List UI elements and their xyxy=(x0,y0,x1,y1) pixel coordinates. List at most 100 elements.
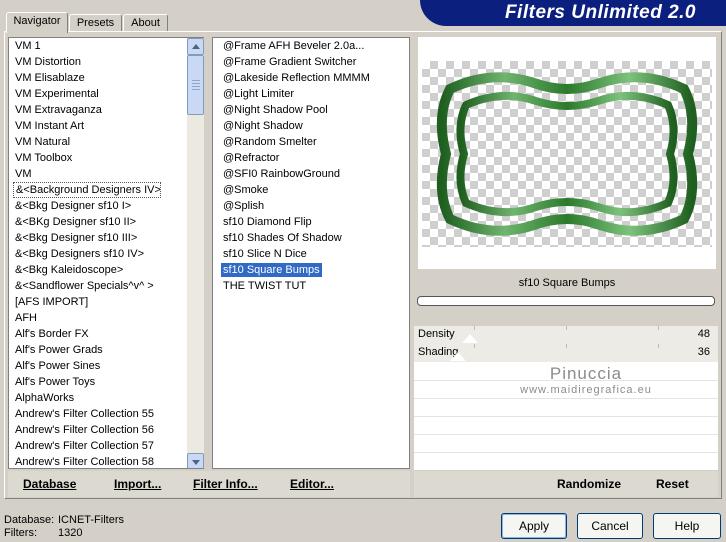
param-shading[interactable]: Shading 36 xyxy=(414,344,718,362)
category-item[interactable]: Alf's Power Grads xyxy=(9,342,187,358)
tab-presets[interactable]: Presets xyxy=(69,14,122,32)
category-item[interactable]: VM 1 xyxy=(9,38,187,54)
scroll-up-button[interactable] xyxy=(187,38,204,55)
category-item[interactable]: &<Sandflower Specials^v^ > xyxy=(9,278,187,294)
window-title: Filters Unlimited 2.0 xyxy=(504,2,696,23)
category-item[interactable]: Alf's Border FX xyxy=(9,326,187,342)
filter-item[interactable]: THE TWIST TUT xyxy=(213,278,409,294)
density-slider-marker[interactable] xyxy=(462,334,478,343)
param-density-label: Density xyxy=(418,328,455,340)
tab-navigator[interactable]: Navigator xyxy=(6,12,68,33)
watermark-url: www.maidiregrafica.eu xyxy=(520,384,652,396)
filter-item[interactable]: @Night Shadow Pool xyxy=(213,102,409,118)
filter-item[interactable]: @Smoke xyxy=(213,182,409,198)
right-action-bar: Randomize Reset xyxy=(414,471,718,497)
category-item[interactable]: VM Instant Art xyxy=(9,118,187,134)
filter-item-label: @Night Shadow xyxy=(223,120,303,132)
filter-items: @Frame AFH Beveler 2.0a... @Frame Gradien… xyxy=(213,38,409,294)
filter-info-button[interactable]: Filter Info... xyxy=(193,477,258,491)
filter-item[interactable]: @Lakeside Reflection MMMM xyxy=(213,70,409,86)
filter-item[interactable]: sf10 Square Bumps xyxy=(213,262,409,278)
shading-slider-marker[interactable] xyxy=(450,352,466,361)
category-item[interactable]: VM Extravaganza xyxy=(9,102,187,118)
tab-about[interactable]: About xyxy=(123,14,168,32)
preview-area xyxy=(418,37,716,269)
category-item[interactable]: Andrew's Filter Collection 55 xyxy=(9,406,187,422)
category-item[interactable]: VM Toolbox xyxy=(9,150,187,166)
category-item[interactable]: VM xyxy=(9,166,187,182)
filter-item[interactable]: @Splish xyxy=(213,198,409,214)
category-item[interactable]: Andrew's Filter Collection 56 xyxy=(9,422,187,438)
import-button[interactable]: Import... xyxy=(114,477,161,491)
filter-item-label: @SFI0 RainbowGround xyxy=(223,168,340,180)
editor-button[interactable]: Editor... xyxy=(290,477,334,491)
filter-item-label: @Splish xyxy=(223,200,265,212)
apply-button[interactable]: Apply xyxy=(501,513,567,539)
reset-button[interactable]: Reset xyxy=(656,477,689,491)
filter-item-label: @Light Limiter xyxy=(223,88,295,100)
filter-item[interactable]: @Night Shadow xyxy=(213,118,409,134)
param-density[interactable]: Density 48 xyxy=(414,326,718,344)
category-item[interactable]: AFH xyxy=(9,310,187,326)
filter-item[interactable]: @Frame AFH Beveler 2.0a... xyxy=(213,38,409,54)
filter-item[interactable]: sf10 Shades Of Shadow xyxy=(213,230,409,246)
selected-filter-name: sf10 Square Bumps xyxy=(418,272,716,294)
category-item[interactable]: &<BKg Designer sf10 II> xyxy=(9,214,187,230)
param-density-value: 48 xyxy=(697,328,710,340)
category-item[interactable]: &<Bkg Kaleidoscope> xyxy=(9,262,187,278)
scroll-thumb[interactable] xyxy=(187,55,204,115)
category-item[interactable]: [AFS IMPORT] xyxy=(9,294,187,310)
category-list[interactable]: VM 1 VM Distortion VM Elisablaze VM Experim… xyxy=(8,37,204,469)
watermark-name: Pinuccia xyxy=(549,364,623,383)
filter-item-label: sf10 Diamond Flip xyxy=(223,216,312,228)
filter-item[interactable]: @Frame Gradient Switcher xyxy=(213,54,409,70)
category-scrollbar[interactable] xyxy=(187,38,204,468)
cancel-button[interactable]: Cancel xyxy=(577,513,643,539)
progress-bar xyxy=(417,296,715,306)
help-button[interactable]: Help xyxy=(653,513,721,539)
database-button[interactable]: Database xyxy=(23,477,76,491)
filter-item-label: @Lakeside Reflection MMMM xyxy=(223,72,370,84)
category-item[interactable]: Alf's Power Toys xyxy=(9,374,187,390)
category-item[interactable]: AlphaWorks xyxy=(9,390,187,406)
left-action-bar: Database Import... Filter Info... Editor… xyxy=(8,471,410,497)
title-banner: Filters Unlimited 2.0 xyxy=(420,0,726,26)
filter-item-label: sf10 Slice N Dice xyxy=(223,248,307,260)
category-item[interactable]: Andrew's Filter Collection 58 xyxy=(9,454,187,468)
filter-item-label: @Smoke xyxy=(223,184,269,196)
category-item[interactable]: &<Bkg Designer sf10 I> xyxy=(9,198,187,214)
filter-item-label: @Refractor xyxy=(223,152,280,164)
chevron-down-icon xyxy=(192,460,200,465)
filter-item-label: @Frame AFH Beveler 2.0a... xyxy=(223,40,365,52)
filter-item-label: sf10 Shades Of Shadow xyxy=(223,232,342,244)
category-item[interactable]: VM Natural xyxy=(9,134,187,150)
randomize-button[interactable]: Randomize xyxy=(557,477,621,491)
filter-item[interactable]: @SFI0 RainbowGround xyxy=(213,166,409,182)
category-item[interactable]: Andrew's Filter Collection 57 xyxy=(9,438,187,454)
category-item[interactable]: VM Elisablaze xyxy=(9,70,187,86)
frame-preview-image xyxy=(436,72,698,236)
filter-item[interactable]: @Random Smelter xyxy=(213,134,409,150)
filter-list[interactable]: @Frame AFH Beveler 2.0a... @Frame Gradien… xyxy=(212,37,410,469)
filter-item[interactable]: @Light Limiter xyxy=(213,86,409,102)
category-item[interactable]: &<Bkg Designer sf10 III> xyxy=(9,230,187,246)
category-item[interactable]: &<Background Designers IV> xyxy=(13,182,161,198)
parameters-panel: Density 48 Shading 36 Pinuccia www.maidi… xyxy=(414,326,718,470)
category-item[interactable]: VM Experimental xyxy=(9,86,187,102)
status-database: Database: ICNET-Filters xyxy=(4,514,124,526)
filter-item[interactable]: sf10 Slice N Dice xyxy=(213,246,409,262)
category-item[interactable]: Alf's Power Sines xyxy=(9,358,187,374)
category-item[interactable]: VM Distortion xyxy=(9,54,187,70)
category-item[interactable]: &<Bkg Designers sf10 IV> xyxy=(9,246,187,262)
status-filters: Filters: 1320 xyxy=(4,527,82,539)
filter-item-label: @Night Shadow Pool xyxy=(223,104,328,116)
chevron-up-icon xyxy=(192,44,200,49)
filter-item-label: THE TWIST TUT xyxy=(223,280,307,292)
status-database-value: ICNET-Filters xyxy=(58,514,124,526)
filter-item-label: sf10 Square Bumps xyxy=(221,263,322,277)
param-shading-value: 36 xyxy=(697,346,710,358)
category-items: VM 1 VM Distortion VM Elisablaze VM Experim… xyxy=(9,38,187,468)
filter-item[interactable]: sf10 Diamond Flip xyxy=(213,214,409,230)
filter-item[interactable]: @Refractor xyxy=(213,150,409,166)
scroll-down-button[interactable] xyxy=(187,453,204,468)
